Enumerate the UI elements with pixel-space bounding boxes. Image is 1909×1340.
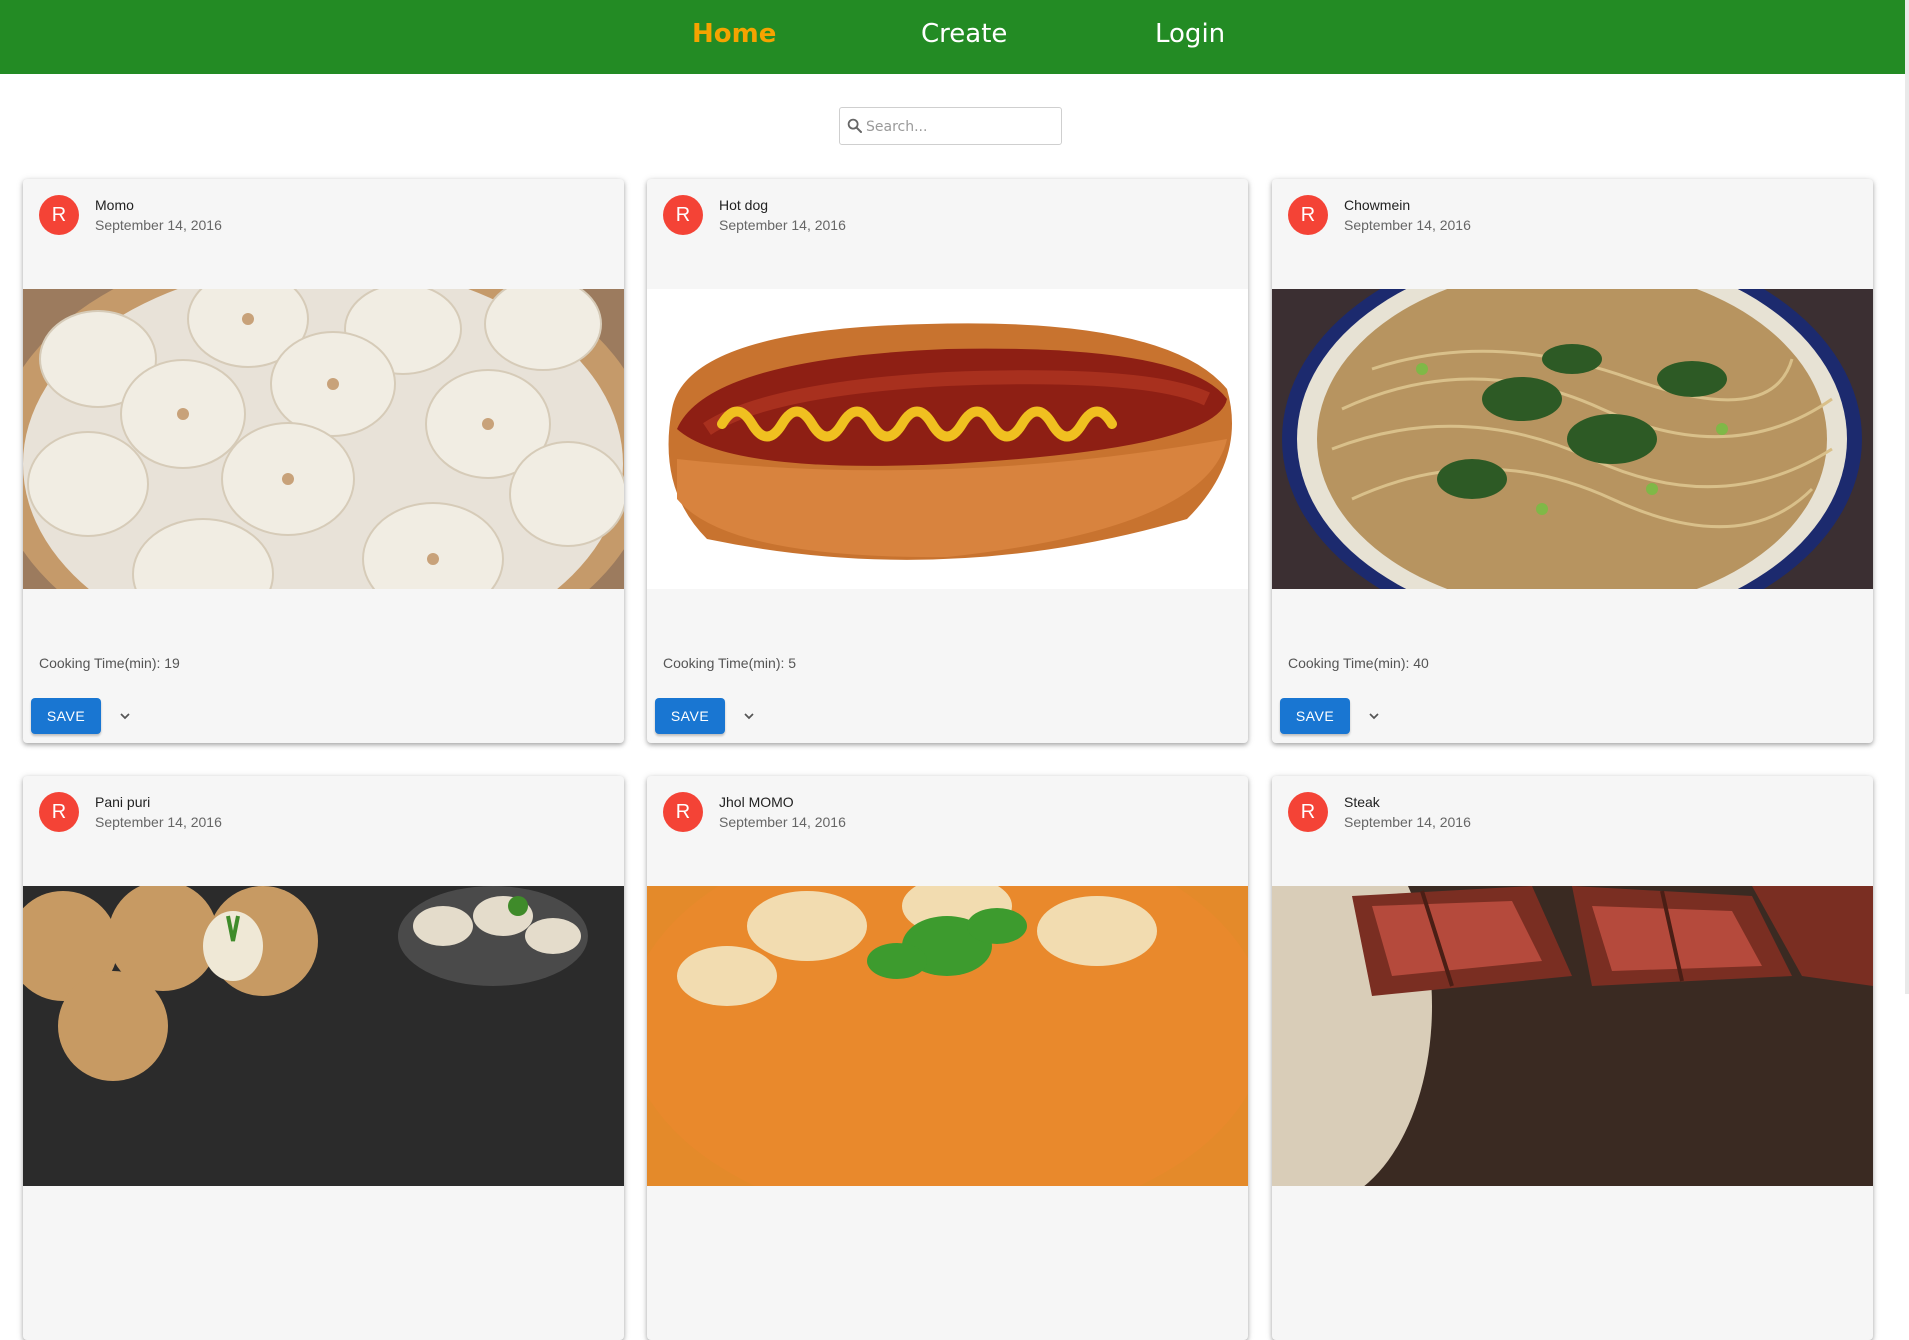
chevron-down-icon — [744, 713, 754, 720]
recipe-card: R Hot dog September 14, 2016 Cooking Tim… — [647, 179, 1248, 743]
nav-login-link[interactable]: Login — [1155, 16, 1225, 52]
avatar: R — [1288, 792, 1328, 832]
avatar: R — [39, 792, 79, 832]
expand-button[interactable] — [1360, 702, 1388, 730]
chevron-down-icon — [1369, 713, 1379, 720]
save-button[interactable]: SAVE — [31, 698, 101, 734]
recipe-image-momo — [23, 289, 624, 589]
nav-home-link[interactable]: Home — [692, 16, 776, 52]
save-button[interactable]: SAVE — [1280, 698, 1350, 734]
card-title: Steak — [1344, 794, 1380, 810]
recipe-image-jhol-momo — [647, 886, 1248, 1186]
cooking-time: Cooking Time(min): 19 — [39, 655, 180, 671]
cooking-time: Cooking Time(min): 5 — [663, 655, 797, 671]
recipe-card: R Jhol MOMO September 14, 2016 — [647, 776, 1248, 1340]
search-box — [839, 107, 1062, 145]
chevron-down-icon — [120, 713, 130, 720]
card-title: Hot dog — [719, 197, 769, 213]
recipe-image-chowmein — [1272, 289, 1873, 589]
card-date: September 14, 2016 — [95, 217, 222, 233]
recipe-image-hot-dog — [647, 289, 1248, 589]
cooking-time: Cooking Time(min): 40 — [1288, 655, 1429, 671]
card-title: Jhol MOMO — [719, 794, 794, 810]
avatar: R — [663, 195, 703, 235]
avatar: R — [663, 792, 703, 832]
card-date: September 14, 2016 — [1344, 217, 1471, 233]
expand-button[interactable] — [111, 702, 139, 730]
card-title: Pani puri — [95, 794, 151, 810]
card-date: September 14, 2016 — [95, 814, 222, 830]
page-scrollbar[interactable] — [1905, 0, 1909, 994]
recipe-card: R Momo September 14, 2016 Cooking Time(m… — [23, 179, 624, 743]
card-date: September 14, 2016 — [719, 814, 846, 830]
save-button[interactable]: SAVE — [655, 698, 725, 734]
card-title: Chowmein — [1344, 197, 1411, 213]
search-icon — [847, 118, 862, 133]
recipe-card: R Pani puri September 14, 2016 — [23, 776, 624, 1340]
recipe-image-steak — [1272, 886, 1873, 1186]
recipe-card: R Chowmein September 14, 2016 Cooking Ti… — [1272, 179, 1873, 743]
nav-create-link[interactable]: Create — [921, 16, 1007, 52]
search-input[interactable] — [864, 116, 1058, 138]
avatar: R — [1288, 195, 1328, 235]
card-date: September 14, 2016 — [1344, 814, 1471, 830]
recipe-image-pani-puri — [23, 886, 624, 1186]
top-navbar: Home Create Login — [0, 0, 1905, 74]
card-title: Momo — [95, 197, 134, 213]
avatar: R — [39, 195, 79, 235]
card-date: September 14, 2016 — [719, 217, 846, 233]
recipe-card: R Steak September 14, 2016 — [1272, 776, 1873, 1340]
expand-button[interactable] — [735, 702, 763, 730]
